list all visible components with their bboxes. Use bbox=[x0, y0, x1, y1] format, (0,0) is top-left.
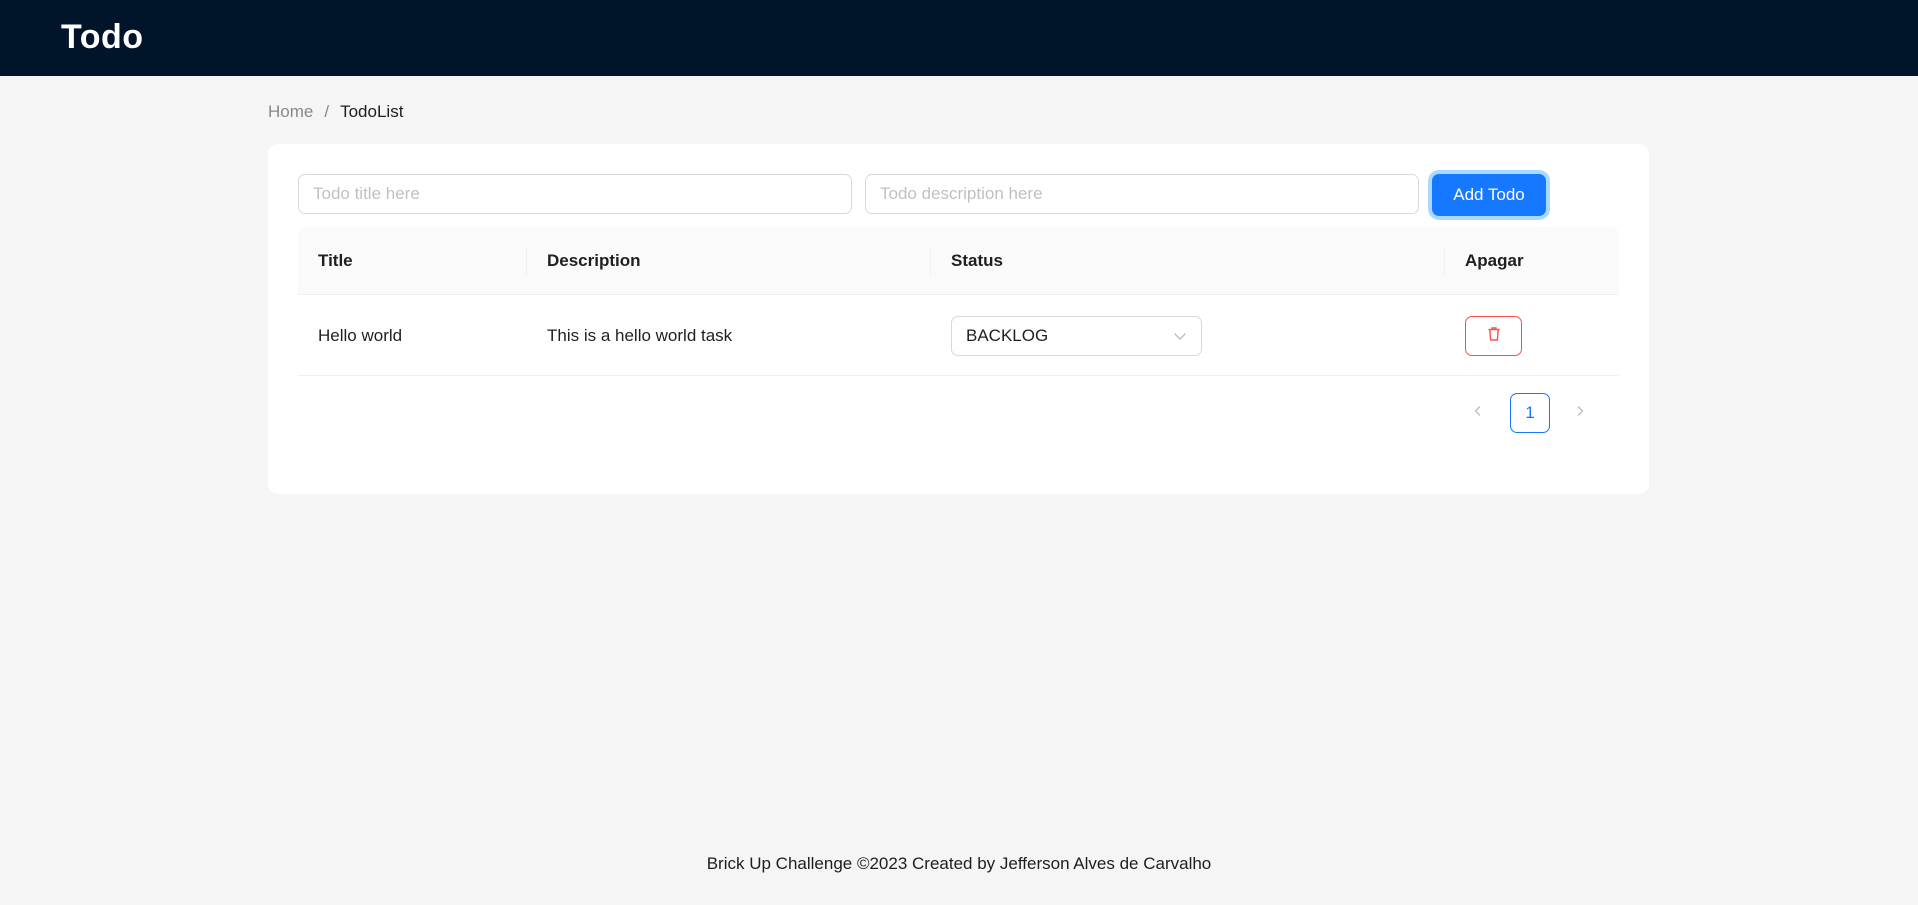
todo-description-cell: This is a hello world task bbox=[547, 326, 733, 345]
column-header-status: Status bbox=[951, 251, 1003, 270]
todo-title-input[interactable] bbox=[298, 174, 852, 214]
breadcrumb: Home / TodoList bbox=[268, 100, 403, 124]
breadcrumb-separator: / bbox=[324, 102, 330, 121]
column-header-description: Description bbox=[547, 251, 641, 270]
column-divider bbox=[1444, 247, 1445, 275]
delete-todo-button[interactable] bbox=[1465, 316, 1522, 356]
status-select[interactable]: BACKLOG bbox=[951, 316, 1202, 356]
trash-icon bbox=[1486, 326, 1502, 347]
pagination-next-button[interactable] bbox=[1560, 393, 1600, 433]
footer-text: Brick Up Challenge ©2023 Created by Jeff… bbox=[706, 854, 1212, 873]
table-row: Hello world This is a hello world task B… bbox=[298, 295, 1619, 376]
column-header-title: Title bbox=[318, 251, 353, 270]
chevron-left-icon bbox=[1472, 404, 1484, 422]
status-select-value: BACKLOG bbox=[966, 326, 1049, 345]
todo-title-cell: Hello world bbox=[318, 326, 403, 345]
column-divider bbox=[930, 247, 931, 275]
table-header: Title Description Status Apagar bbox=[298, 227, 1619, 295]
pagination-page-1[interactable]: 1 bbox=[1510, 393, 1550, 433]
breadcrumb-home[interactable]: Home bbox=[268, 102, 313, 122]
pagination: 1 bbox=[298, 393, 1619, 433]
todo-table: Title Description Status Apagar Hello wo… bbox=[298, 227, 1619, 433]
pagination-prev-button[interactable] bbox=[1458, 393, 1498, 433]
column-divider bbox=[526, 247, 527, 275]
chevron-right-icon bbox=[1574, 404, 1586, 422]
breadcrumb-current: TodoList bbox=[340, 102, 404, 121]
app-header: Todo bbox=[0, 0, 1918, 76]
add-todo-button[interactable]: Add Todo bbox=[1432, 174, 1546, 216]
chevron-down-icon bbox=[1173, 329, 1187, 343]
app-logo: Todo bbox=[61, 18, 144, 56]
column-header-delete: Apagar bbox=[1465, 251, 1524, 270]
todo-description-input[interactable] bbox=[865, 174, 1419, 214]
todo-card: Add Todo Title Description Status Apagar… bbox=[268, 144, 1649, 494]
